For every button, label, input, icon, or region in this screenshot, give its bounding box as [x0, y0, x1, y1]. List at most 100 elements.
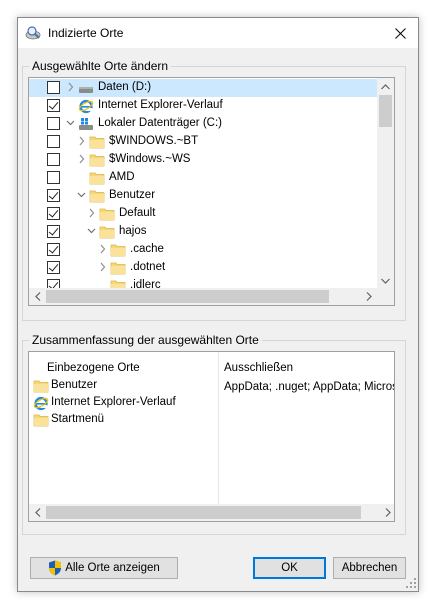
tree-item-label: Benutzer: [109, 189, 156, 201]
included-location-item[interactable]: Internet Explorer-Verlauf: [33, 395, 218, 413]
tree-item[interactable]: AMD: [29, 169, 377, 187]
folder-icon: [99, 224, 115, 240]
tree-item-checkbox[interactable]: [47, 243, 60, 256]
close-icon: [394, 27, 406, 39]
tree-item-checkbox[interactable]: [47, 99, 60, 112]
chevron-right-icon: [385, 508, 391, 517]
chevron-up-icon: [381, 83, 390, 89]
tree-item-label: .cache: [130, 243, 164, 255]
folder-icon: [99, 206, 115, 222]
change-locations-label: Ausgewählte Orte ändern: [29, 59, 172, 73]
chevron-right-icon[interactable]: [75, 152, 87, 166]
included-location-label: Internet Explorer-Verlauf: [51, 396, 176, 408]
tree-item[interactable]: hajos: [29, 223, 377, 241]
chevron-right-icon[interactable]: [96, 242, 108, 256]
windows-drive-icon: [78, 116, 94, 132]
scroll-up-button[interactable]: [377, 78, 394, 95]
folder-icon: [33, 412, 49, 428]
chevron-left-icon: [34, 292, 40, 301]
tree-item-label: Lokaler Datenträger (C:): [98, 117, 222, 129]
close-button[interactable]: [382, 18, 418, 48]
tree-item-checkbox[interactable]: [47, 135, 60, 148]
scrollbar-corner: [377, 288, 394, 305]
tree-item-label: Daten (D:): [98, 81, 152, 93]
title-bar: Indizierte Orte: [18, 18, 418, 48]
window-title: Indizierte Orte: [48, 26, 124, 40]
folder-icon: [33, 378, 49, 394]
tree-item-checkbox[interactable]: [47, 261, 60, 274]
tree-item-checkbox[interactable]: [47, 153, 60, 166]
tree-item[interactable]: Default: [29, 205, 377, 223]
tree-item-label: hajos: [119, 225, 147, 237]
folder-icon: [110, 260, 126, 276]
tree-item-label: AMD: [109, 171, 135, 183]
tree-item-checkbox[interactable]: [47, 189, 60, 202]
indexing-options-icon: [25, 26, 41, 40]
folder-icon: [110, 242, 126, 258]
included-location-item[interactable]: Startmenü: [33, 412, 218, 430]
included-location-label: Benutzer: [51, 379, 98, 391]
scroll-right-button[interactable]: [360, 288, 377, 305]
tree-item-label: .dotnet: [130, 261, 166, 273]
scroll-left-button[interactable]: [29, 288, 46, 305]
chevron-right-icon[interactable]: [85, 206, 97, 220]
tree-item[interactable]: $Windows.~WS: [29, 151, 377, 169]
tree-vertical-scrollbar[interactable]: [377, 78, 394, 289]
ie-icon: [78, 98, 94, 114]
ok-label: OK: [281, 562, 298, 574]
resize-grip-icon[interactable]: [406, 578, 416, 588]
tree-item-label: $WINDOWS.~BT: [109, 135, 199, 147]
show-all-label: Alle Orte anzeigen: [65, 562, 160, 574]
included-location-item[interactable]: Benutzer: [33, 378, 218, 396]
tree-item-checkbox[interactable]: [47, 225, 60, 238]
tree-item-label: $Windows.~WS: [109, 153, 191, 165]
tree-item[interactable]: Daten (D:): [29, 79, 377, 97]
tree-item[interactable]: .dotnet: [29, 259, 377, 277]
chevron-down-icon[interactable]: [64, 116, 76, 130]
summary-scroll-thumb[interactable]: [46, 506, 361, 519]
tree-item[interactable]: Lokaler Datenträger (C:): [29, 115, 377, 133]
chevron-down-icon: [381, 278, 390, 284]
tree-item-label: Internet Explorer-Verlauf: [98, 99, 223, 111]
cancel-button[interactable]: Abbrechen: [333, 557, 406, 579]
cancel-label: Abbrechen: [341, 562, 398, 574]
drive-icon: [78, 80, 94, 96]
summary-horizontal-scrollbar[interactable]: [29, 504, 394, 521]
chevron-right-icon[interactable]: [75, 134, 87, 148]
chevron-right-icon: [366, 292, 372, 301]
included-location-label: Startmenü: [51, 413, 105, 425]
show-all-locations-button[interactable]: Alle Orte anzeigen: [30, 557, 178, 579]
tree-item[interactable]: .cache: [29, 241, 377, 259]
vertical-scroll-thumb[interactable]: [379, 95, 392, 127]
tree-item-checkbox[interactable]: [47, 117, 60, 130]
ok-button[interactable]: OK: [253, 557, 326, 579]
chevron-right-icon[interactable]: [64, 80, 76, 94]
scroll-down-button[interactable]: [377, 272, 394, 289]
excluded-header: Ausschließen: [224, 362, 294, 374]
column-divider: [218, 352, 219, 505]
tree-item[interactable]: $WINDOWS.~BT: [29, 133, 377, 151]
tree-horizontal-scrollbar[interactable]: [29, 288, 377, 305]
folder-icon: [89, 152, 105, 168]
tree-item[interactable]: Benutzer: [29, 187, 377, 205]
tree-item-checkbox[interactable]: [47, 171, 60, 184]
tree-item-checkbox[interactable]: [47, 207, 60, 220]
horizontal-scroll-thumb[interactable]: [46, 290, 329, 303]
summary-scroll-right-button[interactable]: [379, 504, 394, 521]
chevron-left-icon: [34, 508, 40, 517]
chevron-down-icon[interactable]: [85, 224, 97, 238]
shield-icon: [49, 560, 62, 576]
ie-icon: [33, 395, 49, 411]
excluded-text: AppData; .nuget; AppData; Micros: [224, 381, 395, 393]
tree-item[interactable]: Internet Explorer-Verlauf: [29, 97, 377, 115]
folder-icon: [89, 134, 105, 150]
folder-icon: [89, 188, 105, 204]
folder-icon: [89, 170, 105, 186]
tree-item-checkbox[interactable]: [47, 81, 60, 94]
chevron-right-icon[interactable]: [96, 260, 108, 274]
summary-label: Zusammenfassung der ausgewählten Orte: [29, 333, 262, 347]
summary-list[interactable]: Einbezogene Orte Ausschließen Benutzer In…: [28, 351, 395, 522]
locations-tree[interactable]: Daten (D:) Internet Explorer-Verlauf Lokal…: [28, 77, 395, 306]
chevron-down-icon[interactable]: [75, 188, 87, 202]
summary-scroll-left-button[interactable]: [29, 504, 46, 521]
